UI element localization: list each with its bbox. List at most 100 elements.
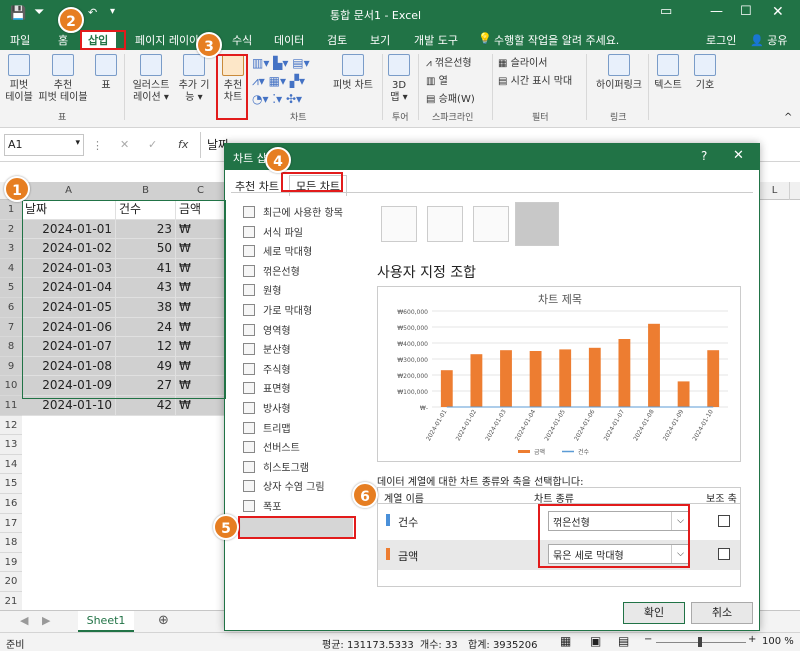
chart-type-icons[interactable]: ▥▾ ▙▾ ▤▾ ⩘▾ ▦▾ ▞▾ ◔▾ ⁚▾ ✣▾ — [252, 54, 310, 108]
text-button[interactable]: 텍스트 — [652, 54, 684, 92]
zoom-out-icon[interactable]: − — [644, 634, 652, 645]
save-icon[interactable]: 💾 — [10, 6, 26, 21]
close-icon[interactable]: ✕ — [772, 4, 784, 20]
tab-file[interactable]: 파일 — [10, 32, 30, 48]
chart-type-item[interactable]: 꺾은선형 — [243, 263, 300, 278]
minimize-icon[interactable]: — — [710, 4, 723, 19]
sparkline-column-button[interactable]: ▥ 열 — [426, 72, 448, 87]
sign-in-link[interactable]: 로그인 — [706, 32, 736, 48]
filter-icon[interactable]: ⏷ — [34, 5, 44, 20]
column-header-c[interactable]: C — [176, 182, 226, 200]
prev-sheet-icon[interactable]: ◀ — [20, 614, 28, 627]
sparkline-line-button[interactable]: ⩘ 꺾은선형 — [426, 54, 472, 69]
row-header[interactable]: 1 — [0, 200, 22, 220]
table-button[interactable]: 표 — [94, 54, 118, 92]
row-header[interactable]: 8 — [0, 337, 22, 357]
row-header[interactable]: 21 — [0, 592, 22, 612]
chart-type-item[interactable]: 폭포 — [243, 498, 281, 513]
row-header[interactable]: 4 — [0, 258, 22, 279]
chart-type-item[interactable]: 상자 수염 그림 — [243, 478, 325, 493]
chevron-down-icon[interactable]: ▾ — [75, 138, 80, 148]
chart-type-item[interactable]: 서식 파일 — [243, 224, 303, 239]
recommended-pivot-button[interactable]: 추천 피벗 테이블 — [38, 54, 88, 104]
sparkline-winloss-button[interactable]: ▤ 승패(W) — [426, 90, 475, 105]
tell-me-box[interactable]: 수행할 작업을 알려 주세요. — [494, 32, 619, 48]
tab-formulas[interactable]: 수식 — [232, 32, 252, 48]
zoom-in-icon[interactable]: + — [748, 634, 756, 645]
enter-icon[interactable]: ✓ — [148, 138, 157, 151]
chart-type-item[interactable]: 주식형 — [243, 361, 291, 376]
row-header[interactable]: 15 — [0, 474, 22, 494]
chart-type-item[interactable]: 최근에 사용한 항목 — [243, 204, 343, 219]
row-header[interactable]: 20 — [0, 572, 22, 592]
symbol-button[interactable]: 기호 — [692, 54, 718, 92]
combo-thumb-1[interactable] — [381, 206, 417, 242]
dialog-close-icon[interactable]: ✕ — [733, 148, 744, 163]
tab-review[interactable]: 검토 — [327, 32, 347, 48]
zoom-slider-thumb[interactable] — [698, 637, 702, 647]
hyperlink-button[interactable]: 하이퍼링크 — [594, 54, 644, 92]
name-box[interactable]: A1 ▾ — [4, 134, 84, 156]
row-header[interactable]: 17 — [0, 513, 22, 534]
chart-type-item[interactable]: 트리맵 — [243, 420, 291, 435]
chart-type-item[interactable]: 세로 막대형 — [243, 243, 312, 258]
row-header[interactable]: 3 — [0, 239, 22, 259]
collapse-ribbon-icon[interactable]: ^ — [784, 112, 792, 123]
chart-type-item[interactable]: 원형 — [243, 282, 281, 297]
chart-type-item[interactable]: 선버스트 — [243, 439, 300, 454]
pivot-table-button[interactable]: 피벗 테이블 — [4, 54, 34, 104]
row-header[interactable]: 9 — [0, 356, 22, 377]
tab-home[interactable]: 홈 — [58, 32, 68, 48]
row-header[interactable]: 7 — [0, 317, 22, 338]
row-header[interactable]: 11 — [0, 396, 22, 416]
row-header[interactable]: 18 — [0, 533, 22, 553]
combo-thumb-3[interactable] — [473, 206, 509, 242]
cancel-button[interactable]: 취소 — [691, 602, 753, 624]
row-header[interactable]: 13 — [0, 435, 22, 455]
row-header[interactable]: 10 — [0, 376, 22, 396]
chart-type-item[interactable]: 방사형 — [243, 400, 291, 415]
chart-type-item[interactable]: 표면형 — [243, 380, 291, 395]
chart-type-item[interactable]: 영역형 — [243, 322, 291, 337]
column-header-b[interactable]: B — [116, 182, 176, 200]
illustrations-button[interactable]: 일러스트 레이션 ▾ — [128, 54, 174, 104]
maximize-icon[interactable]: ☐ — [740, 4, 752, 19]
column-header-l[interactable]: L — [760, 182, 790, 200]
sheet-tab[interactable]: Sheet1 — [78, 611, 134, 632]
pivot-chart-button[interactable]: 피벗 차트 — [330, 54, 376, 92]
ok-button[interactable]: 확인 — [623, 602, 685, 624]
chart-type-item[interactable]: 가로 막대형 — [243, 302, 312, 317]
row-header[interactable]: 6 — [0, 298, 22, 318]
row-header[interactable]: 12 — [0, 415, 22, 436]
combo-thumb-2[interactable] — [427, 206, 463, 242]
secondary-axis-checkbox[interactable] — [718, 548, 730, 560]
insert-function-icon[interactable]: fx — [178, 138, 188, 151]
row-header[interactable]: 5 — [0, 278, 22, 298]
quick-access-dropdown-icon[interactable]: ▾ — [110, 6, 115, 17]
secondary-axis-checkbox[interactable] — [718, 515, 730, 527]
tab-data[interactable]: 데이터 — [274, 32, 304, 48]
help-icon[interactable]: ? — [701, 149, 707, 163]
undo-icon[interactable]: ↶ — [88, 6, 97, 19]
chart-type-item[interactable]: 히스토그램 — [243, 459, 309, 474]
page-break-view-icon[interactable]: ▤ — [618, 634, 629, 648]
next-sheet-icon[interactable]: ▶ — [42, 614, 50, 627]
normal-view-icon[interactable]: ▦ — [560, 634, 571, 648]
combo-thumb-custom[interactable] — [515, 202, 559, 246]
addins-button[interactable]: 추가 기 능 ▾ — [176, 54, 212, 104]
add-sheet-icon[interactable]: ⊕ — [158, 613, 169, 628]
share-button[interactable]: 👤 공유 — [750, 32, 787, 48]
tab-developer[interactable]: 개발 도구 — [414, 32, 458, 48]
3d-map-button[interactable]: 3D 맵 ▾ — [386, 54, 412, 104]
row-header[interactable]: 19 — [0, 552, 22, 573]
row-header[interactable]: 14 — [0, 454, 22, 475]
chart-type-item[interactable]: 분산형 — [243, 341, 291, 356]
page-layout-view-icon[interactable]: ▣ — [590, 634, 601, 648]
cancel-icon[interactable]: ✕ — [120, 138, 129, 151]
row-header[interactable]: 2 — [0, 219, 22, 240]
ribbon-display-icon[interactable]: ▭ — [660, 4, 672, 19]
row-header[interactable]: 16 — [0, 494, 22, 514]
slicer-button[interactable]: ▦ 슬라이서 — [498, 54, 547, 69]
zoom-level[interactable]: 100 % — [762, 636, 794, 647]
tab-view[interactable]: 보기 — [370, 32, 390, 48]
